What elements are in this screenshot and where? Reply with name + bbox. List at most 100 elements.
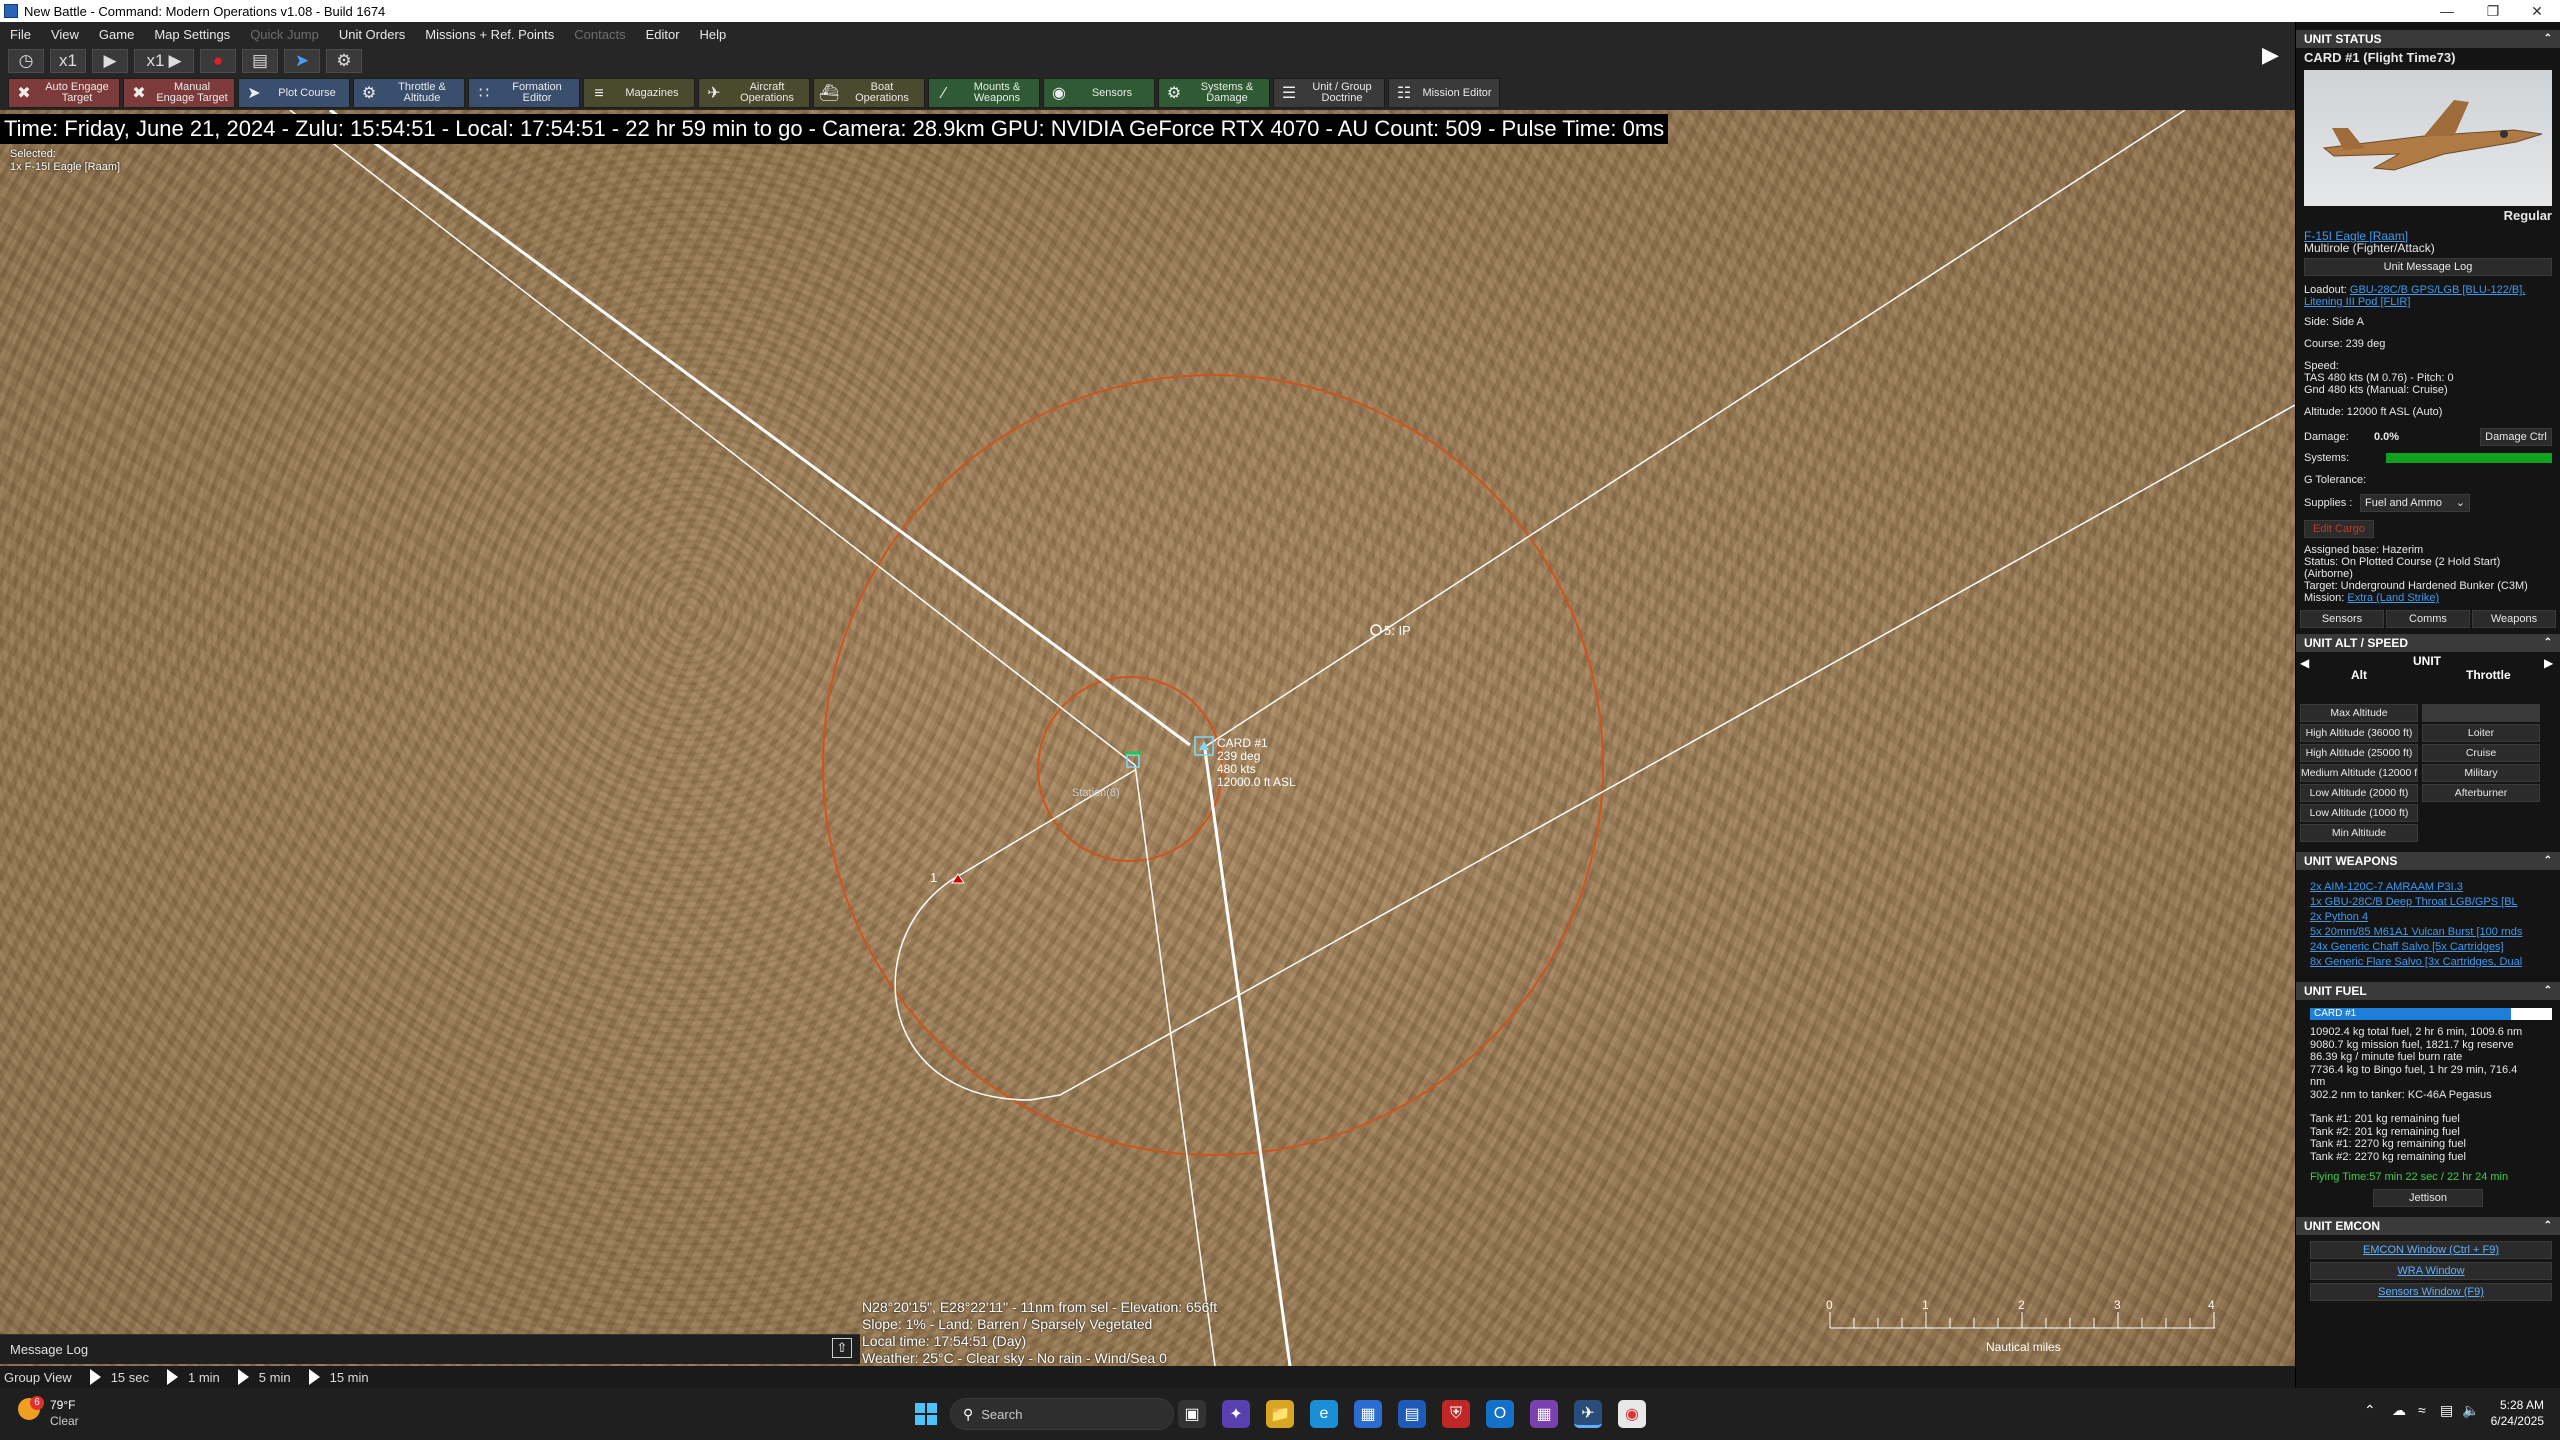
supplies-select[interactable]: Fuel and Ammo ⌄ (2360, 494, 2470, 512)
panel-toggle-button[interactable]: ▶ (2262, 42, 2286, 72)
message-log-bar[interactable]: Message Log (0, 1334, 860, 1364)
tab-weapons[interactable]: Weapons (2472, 610, 2556, 628)
collapse-icon[interactable]: ⌃ (2544, 982, 2552, 1000)
toolbar-aircraft-operations-button[interactable]: ✈ Aircraft Operations (698, 78, 810, 108)
settings-button[interactable]: ⚙ (326, 49, 362, 73)
altitude-button[interactable]: Max Altitude (2300, 704, 2418, 722)
collapse-icon[interactable]: ⌃ (2544, 30, 2552, 48)
fuel-header[interactable]: UNIT FUEL ⌃ (2296, 982, 2560, 1000)
damage-ctrl-button[interactable]: Damage Ctrl (2480, 428, 2552, 446)
alt-speed-header[interactable]: UNIT ALT / SPEED ⌃ (2296, 634, 2560, 652)
toolbar-systems-damage-button[interactable]: ⚙ Systems & Damage (1158, 78, 1270, 108)
toolbar-unit-group-doctrine-button[interactable]: ☰ Unit / Group Doctrine (1273, 78, 1385, 108)
weapon-item[interactable]: 5x 20mm/85 M61A1 Vulcan Burst [100 rnds (2310, 925, 2546, 940)
task-view-icon[interactable]: ▣ (1178, 1400, 1206, 1428)
clock-button[interactable]: ◷ (8, 49, 44, 73)
collapse-icon[interactable]: ⌃ (2544, 852, 2552, 870)
toolbar-plot-course-button[interactable]: ➤ Plot Course (238, 78, 350, 108)
volume-icon[interactable]: 🔈 (2462, 1402, 2479, 1419)
altitude-button[interactable]: High Altitude (25000 ft) (2300, 744, 2418, 762)
toolbar-manual-engage-target-button[interactable]: ✖ Manual Engage Target (123, 78, 235, 108)
tab-sensors[interactable]: Sensors (2300, 610, 2384, 628)
weapon-item[interactable]: 1x GBU-28C/B Deep Throat LGB/GPS [BL (2310, 895, 2546, 910)
emcon-window-button[interactable]: WRA Window (2310, 1262, 2552, 1280)
message-log-expand-button[interactable]: ⇧ (832, 1338, 852, 1358)
menu-game[interactable]: Game (89, 27, 144, 42)
outlook-icon[interactable]: O (1486, 1400, 1514, 1428)
altitude-button[interactable]: High Altitude (36000 ft) (2300, 724, 2418, 742)
jettison-button[interactable]: Jettison (2373, 1189, 2483, 1207)
chrome-icon[interactable]: ◉ (1618, 1400, 1646, 1428)
cmo-app-icon[interactable]: ✈ (1574, 1400, 1602, 1428)
group-step-1min[interactable]: 1 min (188, 1370, 220, 1385)
group-step-5min[interactable]: 5 min (259, 1370, 291, 1385)
altitude-button[interactable]: Min Altitude (2300, 824, 2418, 842)
layer-button[interactable]: ▤ (242, 49, 278, 73)
edge-icon[interactable]: e (1310, 1400, 1338, 1428)
store-icon[interactable]: ▦ (1354, 1400, 1382, 1428)
tray-chevron-up-icon[interactable]: ⌃ (2364, 1402, 2376, 1419)
weapon-item[interactable]: 2x AIM-120C-7 AMRAAM P3I.3 (2310, 880, 2546, 895)
throttle-cruise-button[interactable]: Cruise (2422, 744, 2540, 762)
weapon-item[interactable]: 24x Generic Chaff Salvo [5x Cartridges] (2310, 940, 2546, 955)
menu-missions-ref-points[interactable]: Missions + Ref. Points (415, 27, 564, 42)
weapon-item[interactable]: 2x Python 4 (2310, 910, 2546, 925)
reference-button[interactable]: ➤ (284, 49, 320, 73)
unit-message-log-button[interactable]: Unit Message Log (2304, 258, 2552, 276)
speed-step-button[interactable]: x1 ▶ (134, 49, 194, 73)
menu-help[interactable]: Help (690, 27, 737, 42)
unit-status-header[interactable]: UNIT STATUS ⌃ (2296, 30, 2560, 48)
toolbar-sensors-button[interactable]: ◉ Sensors (1043, 78, 1155, 108)
clock-date[interactable]: 6/24/2025 (2484, 1414, 2544, 1428)
toolbar-mounts-weapons-button[interactable]: ∕ Mounts & Weapons (928, 78, 1040, 108)
throttle-military-button[interactable]: Military (2422, 764, 2540, 782)
tab-comms[interactable]: Comms (2386, 610, 2470, 628)
emcon-window-button[interactable]: EMCON Window (Ctrl + F9) (2310, 1241, 2552, 1259)
throttle-afterburner-button[interactable]: Afterburner (2422, 784, 2540, 802)
collapse-icon[interactable]: ⌃ (2544, 1217, 2552, 1235)
weapons-header[interactable]: UNIT WEAPONS ⌃ (2296, 852, 2560, 870)
mission-link[interactable]: Extra (Land Strike) (2347, 592, 2439, 604)
security-icon[interactable]: ⛨ (1442, 1400, 1470, 1428)
toolbar-boat-operations-button[interactable]: ⛴ Boat Operations (813, 78, 925, 108)
group-step-15sec[interactable]: 15 sec (111, 1370, 149, 1385)
emcon-header[interactable]: UNIT EMCON ⌃ (2296, 1217, 2560, 1235)
weapon-item[interactable]: 8x Generic Flare Salvo [3x Cartridges, D… (2310, 955, 2546, 970)
monitor-icon[interactable]: ▤ (2440, 1402, 2453, 1419)
clock-time[interactable]: 5:28 AM (2494, 1398, 2544, 1412)
taskbar-search[interactable]: ⚲ Search (950, 1398, 1174, 1430)
toolbar-magazines-button[interactable]: ≡ Magazines (583, 78, 695, 108)
menu-editor[interactable]: Editor (636, 27, 690, 42)
collapse-icon[interactable]: ⌃ (2544, 634, 2552, 652)
toolbar-formation-editor-button[interactable]: ∷ Formation Editor (468, 78, 580, 108)
copilot-icon[interactable]: ✦ (1222, 1400, 1250, 1428)
waypoint-marker[interactable] (1370, 624, 1382, 636)
record-button[interactable]: ● (200, 49, 236, 73)
chevron-right-icon[interactable]: ▶ (2544, 656, 2553, 670)
altitude-button[interactable]: Low Altitude (1000 ft) (2300, 804, 2418, 822)
minimize-button[interactable]: — (2424, 0, 2470, 22)
throttle-loiter-button[interactable]: Loiter (2422, 724, 2540, 742)
emcon-window-button[interactable]: Sensors Window (F9) (2310, 1283, 2552, 1301)
toolbar-auto-engage-target-button[interactable]: ✖ Auto Engage Target (8, 78, 120, 108)
toolbar-throttle-altitude-button[interactable]: ⚙ Throttle & Altitude (353, 78, 465, 108)
altitude-button[interactable]: Medium Altitude (12000 ft) (2300, 764, 2418, 782)
menu-view[interactable]: View (41, 27, 89, 42)
group-step-15min[interactable]: 15 min (330, 1370, 369, 1385)
menu-unit-orders[interactable]: Unit Orders (329, 27, 415, 42)
time-compression-display[interactable]: x1 (50, 49, 86, 73)
app-icon-blue[interactable]: ▤ (1398, 1400, 1426, 1428)
menu-file[interactable]: File (0, 27, 41, 42)
menu-map-settings[interactable]: Map Settings (144, 27, 240, 42)
app-icon-purple[interactable]: ▦ (1530, 1400, 1558, 1428)
close-button[interactable]: ✕ (2514, 0, 2560, 22)
altitude-button[interactable]: Low Altitude (2000 ft) (2300, 784, 2418, 802)
wifi-icon[interactable]: ≈ (2418, 1402, 2426, 1418)
windows-start-icon[interactable] (912, 1400, 940, 1428)
play-button[interactable]: ▶ (92, 49, 128, 73)
chevron-left-icon[interactable]: ◀ (2300, 656, 2309, 670)
network-icon[interactable]: ☁ (2392, 1402, 2406, 1419)
edit-cargo-button[interactable]: Edit Cargo (2304, 520, 2374, 538)
tactical-map[interactable]: 5: IP Station(8) CARD #1 239 deg 480 kts… (0, 110, 2295, 1366)
maximize-button[interactable]: ❐ (2470, 0, 2516, 22)
